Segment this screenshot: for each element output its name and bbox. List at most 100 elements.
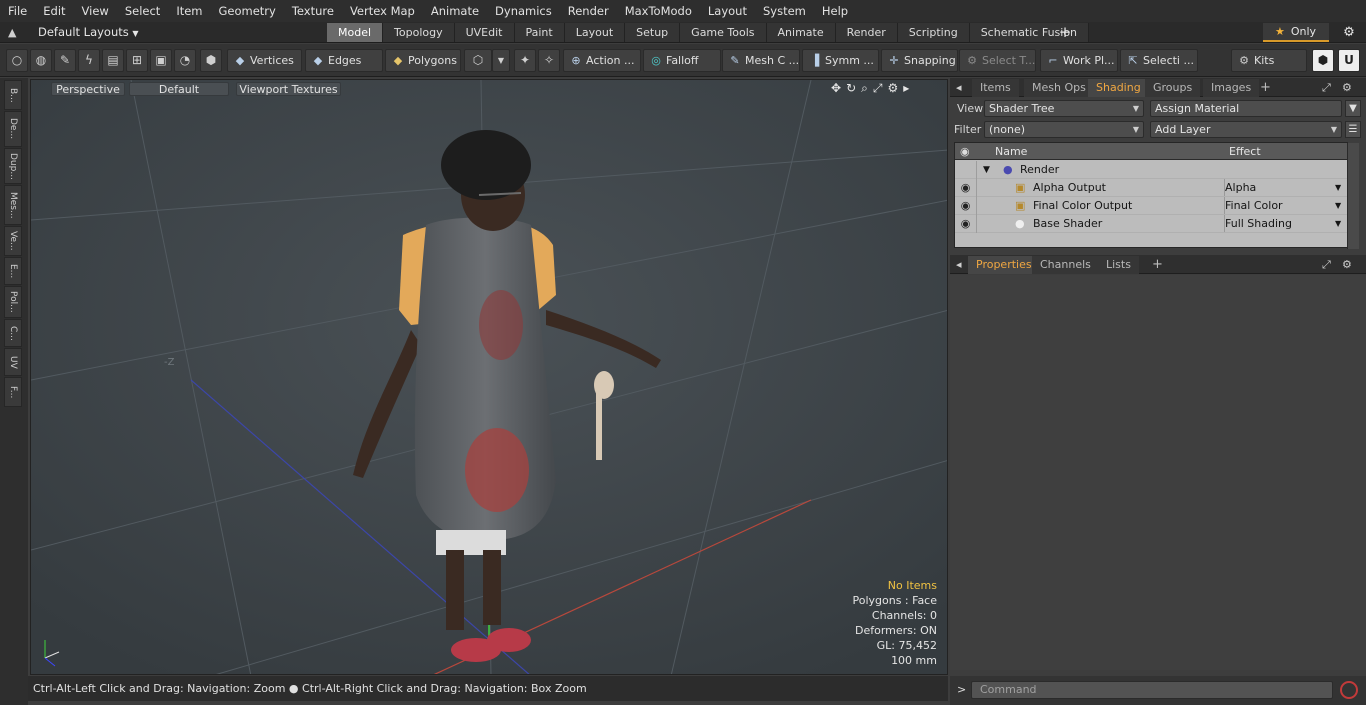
expand-arrow-icon[interactable]: ▼ (983, 161, 990, 179)
brush-icon[interactable]: ϟ (78, 49, 100, 72)
unreal-icon[interactable]: U (1338, 49, 1360, 72)
action-button[interactable]: ⊕ Action ... (563, 49, 641, 72)
menu-view[interactable]: View (74, 0, 117, 22)
tab-properties[interactable]: Properties (968, 256, 1040, 274)
tab-scripting[interactable]: Scripting (897, 23, 970, 42)
vtab-deform[interactable]: De... (4, 111, 22, 147)
selection-sets-button[interactable]: ⇱ Selecti ... (1120, 49, 1198, 72)
filter-dropdown[interactable]: (none) ▼ (984, 121, 1144, 138)
panel-gear-icon[interactable]: ⚙ (1342, 256, 1352, 274)
menu-animate[interactable]: Animate (423, 0, 487, 22)
kits-button[interactable]: ⚙ Kits (1231, 49, 1307, 72)
visibility-eye-icon[interactable] (955, 161, 977, 179)
tab-render[interactable]: Render (835, 23, 898, 42)
menu-vertex-map[interactable]: Vertex Map (342, 0, 423, 22)
tab-game-tools[interactable]: Game Tools (680, 23, 767, 42)
shader-row-render[interactable]: ▼ ● Render (955, 161, 1347, 179)
viewport-settings-icon[interactable]: ⚙ (887, 81, 898, 96)
only-toggle[interactable]: ★ Only (1263, 23, 1329, 42)
tab-mesh-ops[interactable]: Mesh Ops (1024, 79, 1094, 97)
column-name-header[interactable]: Name (995, 143, 1027, 160)
vtab-uv[interactable]: UV (4, 348, 22, 376)
menu-texture[interactable]: Texture (284, 0, 342, 22)
align-icon[interactable]: ▤ (102, 49, 124, 72)
menu-layout[interactable]: Layout (700, 0, 755, 22)
symmetry-y-icon[interactable]: ✧ (538, 49, 560, 72)
tab-setup[interactable]: Setup (625, 23, 681, 42)
pan-icon[interactable]: ✥ (831, 81, 841, 96)
clock-icon[interactable]: ◔ (174, 49, 196, 72)
vertices-button[interactable]: ◆ Vertices (227, 49, 302, 72)
shader-row-final-color-output[interactable]: ◉ ▣ Final Color Output Final Color ▼ (955, 197, 1347, 215)
material-icon[interactable]: ⬢ (200, 49, 222, 72)
tab-channels[interactable]: Channels (1032, 256, 1099, 274)
menu-select[interactable]: Select (117, 0, 168, 22)
tab-images[interactable]: Images (1203, 79, 1260, 97)
view-dropdown[interactable]: Shader Tree ▼ (984, 100, 1144, 117)
frame-icon[interactable]: ▣ (150, 49, 172, 72)
effect-chevron-icon[interactable]: ▼ (1335, 215, 1341, 233)
menu-item[interactable]: Item (168, 0, 210, 22)
list-options-icon[interactable]: ☰ (1345, 121, 1361, 138)
menu-dynamics[interactable]: Dynamics (487, 0, 560, 22)
menu-file[interactable]: File (0, 0, 35, 22)
vtab-mesh-edit[interactable]: Mes... (4, 185, 22, 225)
tab-lists[interactable]: Lists (1098, 256, 1139, 274)
menu-maxtomodo[interactable]: MaxToModo (617, 0, 700, 22)
mode-dropdown-icon[interactable]: ▼ (492, 49, 510, 72)
tab-items[interactable]: Items (972, 79, 1019, 97)
vtab-vertex[interactable]: Ve... (4, 226, 22, 256)
menu-geometry[interactable]: Geometry (211, 0, 284, 22)
tab-uvedit[interactable]: UVEdit (454, 23, 515, 42)
select-through-button[interactable]: ⚙ Select T... (959, 49, 1036, 72)
tab-shading[interactable]: Shading (1088, 79, 1149, 97)
globe-icon[interactable]: ◍ (30, 49, 52, 72)
visibility-eye-icon[interactable]: ◉ (955, 197, 977, 215)
gear-icon[interactable]: ⚙ (1340, 24, 1358, 42)
add-layer-dropdown[interactable]: Add Layer ▼ (1150, 121, 1342, 138)
menu-render[interactable]: Render (560, 0, 617, 22)
column-effect-header[interactable]: Effect (1229, 143, 1261, 160)
panel-menu-icon[interactable]: ◂ (956, 79, 962, 97)
viewport-textures-button[interactable]: Viewport Textures (236, 82, 341, 96)
vtab-basic[interactable]: B... (4, 80, 22, 110)
menu-system[interactable]: System (755, 0, 814, 22)
tab-topology[interactable]: Topology (383, 23, 455, 42)
zoom-icon[interactable]: ⌕ (861, 81, 868, 96)
final-color-output-effect[interactable]: Final Color (1225, 197, 1283, 215)
add-panel-tab-icon[interactable]: + (1152, 256, 1163, 274)
item-mode-icon[interactable]: ⬡ (464, 49, 492, 72)
pen-icon[interactable]: ✎ (54, 49, 76, 72)
tab-animate[interactable]: Animate (766, 23, 836, 42)
center-icon[interactable]: ⊞ (126, 49, 148, 72)
vtab-polygon[interactable]: Pol... (4, 286, 22, 318)
visibility-eye-icon[interactable]: ◉ (955, 215, 977, 233)
maximize-icon[interactable]: ⤢ (1322, 256, 1331, 274)
vtab-edge[interactable]: E... (4, 257, 22, 285)
assign-material-button[interactable]: Assign Material (1150, 100, 1342, 117)
falloff-button[interactable]: ◎ Falloff (643, 49, 721, 72)
command-input[interactable]: Command (971, 681, 1333, 699)
record-macro-icon[interactable] (1340, 681, 1358, 699)
visibility-eye-icon[interactable]: ◉ (955, 179, 977, 197)
effect-chevron-icon[interactable]: ▼ (1335, 197, 1341, 215)
vtab-curve[interactable]: C... (4, 319, 22, 347)
filter-funnel-icon[interactable]: ▼ (1345, 100, 1361, 117)
shader-row-base-shader[interactable]: ◉ ● Base Shader Full Shading ▼ (955, 215, 1347, 233)
snapping-button[interactable]: ✛ Snapping (881, 49, 958, 72)
alpha-output-effect[interactable]: Alpha (1225, 179, 1256, 197)
symmetry-button[interactable]: ▐ Symm ... (802, 49, 879, 72)
viewport-scene[interactable]: -Z (31, 80, 948, 675)
add-panel-tab-icon[interactable]: + (1260, 79, 1271, 97)
base-shader-effect[interactable]: Full Shading (1225, 215, 1292, 233)
perspective-button[interactable]: Perspective (51, 82, 125, 96)
work-plane-button[interactable]: ⌐ Work Pl... (1040, 49, 1118, 72)
3d-viewport[interactable]: -Z Perspective Default Viewport Textures… (30, 79, 948, 675)
rotate-icon[interactable]: ↻ (846, 81, 856, 96)
panel-menu-icon[interactable]: ◂ (956, 256, 962, 274)
vtab-duplicate[interactable]: Dup... (4, 148, 22, 184)
shader-tree-scrollbar[interactable] (1347, 143, 1359, 249)
add-tab-icon[interactable]: + (1058, 23, 1072, 42)
tab-groups[interactable]: Groups (1145, 79, 1201, 97)
tab-paint[interactable]: Paint (514, 23, 565, 42)
